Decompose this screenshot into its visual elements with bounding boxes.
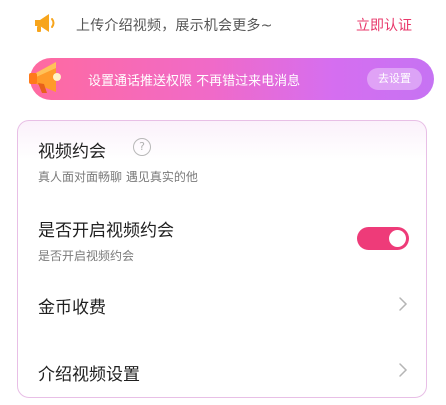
- help-icon[interactable]: ?: [133, 138, 151, 156]
- chevron-right-icon: [399, 297, 408, 311]
- verify-now-link[interactable]: 立即认证: [356, 15, 412, 35]
- enable-video-date-subtitle: 是否开启视频约会: [38, 249, 135, 263]
- toggle-knob: [389, 230, 406, 247]
- push-banner-text: 设置通话推送权限 不再错过来电消息: [88, 74, 301, 89]
- megaphone-icon: [35, 14, 55, 32]
- speaker-icon: [29, 62, 61, 93]
- chevron-right-icon: [399, 363, 408, 377]
- go-settings-button[interactable]: 去设置: [367, 68, 422, 90]
- coin-fee-title: 金币收费: [38, 298, 106, 318]
- notice-bar: 上传介绍视频，展示机会更多~ 立即认证: [0, 0, 446, 48]
- enable-video-date-title: 是否开启视频约会: [38, 221, 174, 241]
- enable-video-date-toggle[interactable]: [357, 227, 409, 250]
- notice-text: 上传介绍视频，展示机会更多~: [76, 18, 273, 34]
- intro-video-title: 介绍视频设置: [38, 365, 140, 385]
- video-date-subtitle: 真人面对面畅聊 遇见真实的他: [38, 170, 198, 184]
- video-date-title: 视频约会: [38, 142, 106, 162]
- push-permission-banner[interactable]: 设置通话推送权限 不再错过来电消息 去设置: [29, 58, 434, 100]
